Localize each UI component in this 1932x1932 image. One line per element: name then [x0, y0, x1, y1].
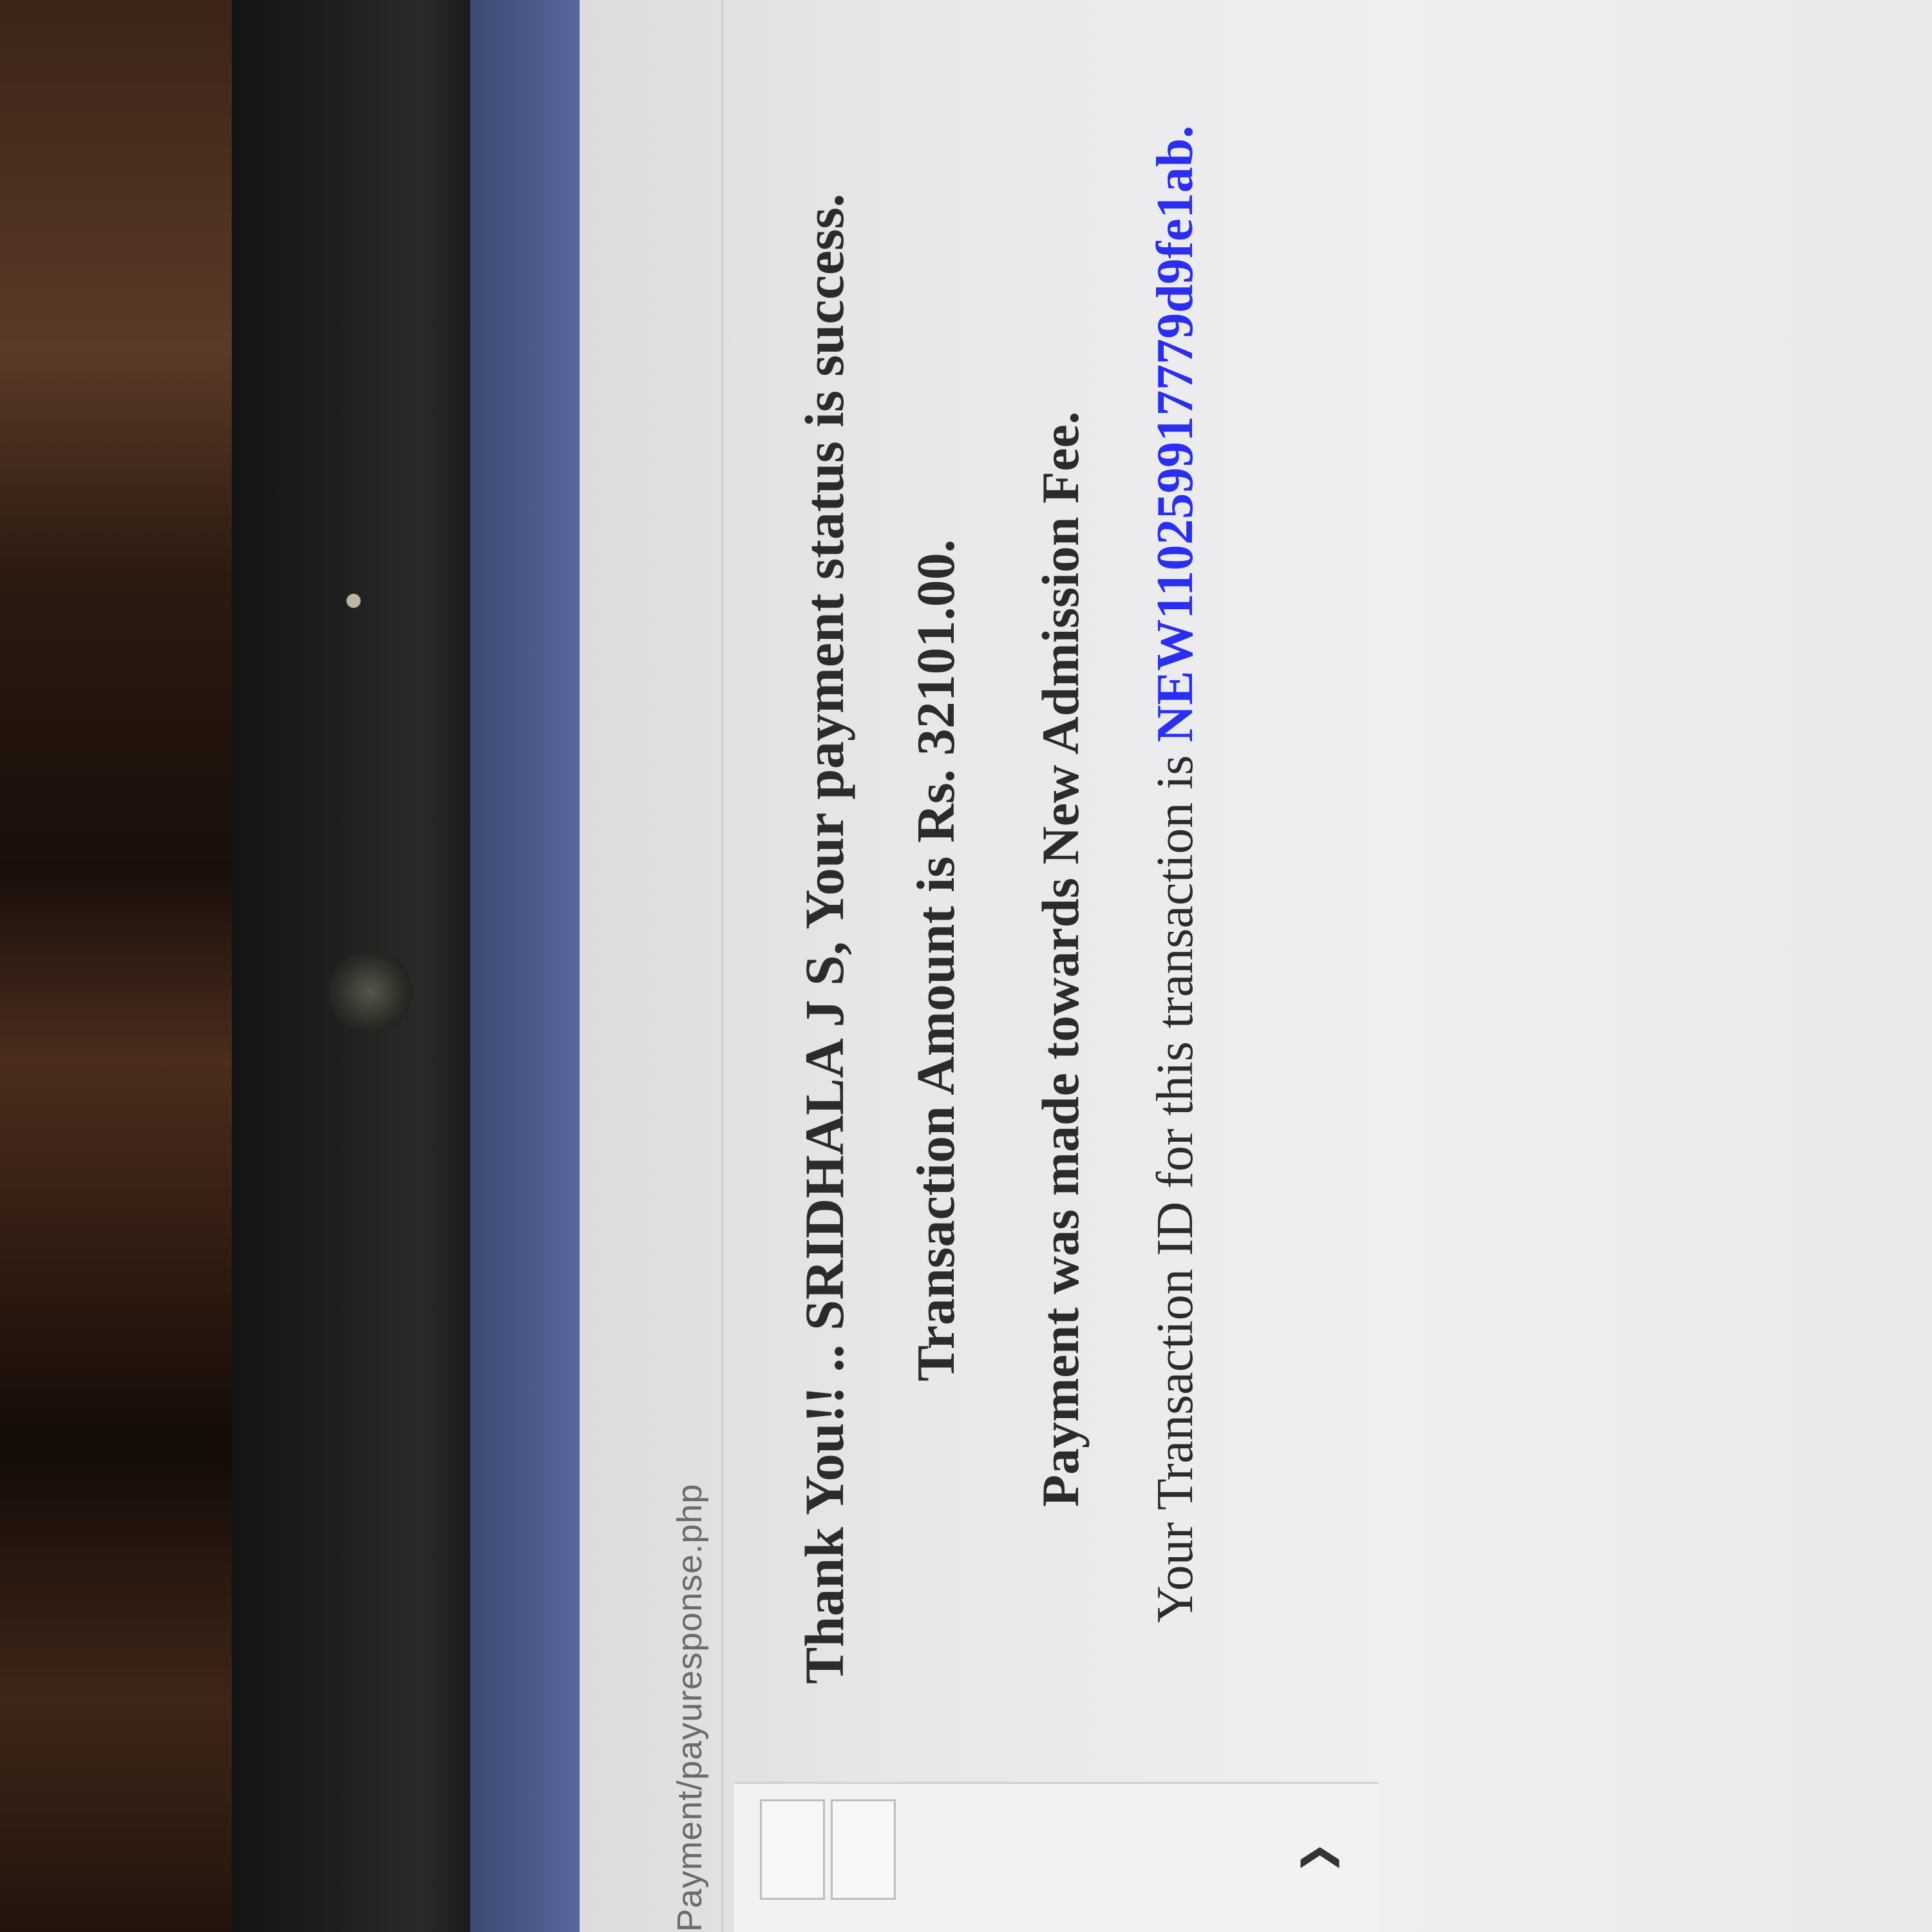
transaction-amount: Transaction Amount is Rs. 32101.00.: [906, 539, 966, 1381]
side-field-1[interactable]: [760, 1799, 825, 1900]
thank-you-message: Thank You!! .. SRIDHALA J S, Your paymen…: [793, 193, 855, 1684]
address-bar[interactable]: Payment/payuresponse.php: [663, 0, 723, 1932]
transaction-id-value: NEW110259917779d9fe1ab.: [1147, 125, 1204, 743]
webcam: [328, 950, 412, 1034]
chevron-right-icon[interactable]: ❯: [1294, 1842, 1340, 1874]
transaction-id-label: Your Transaction ID for this transaction…: [1147, 742, 1204, 1623]
side-panel: ❯: [734, 1782, 1378, 1932]
power-led: [346, 594, 361, 608]
browser-viewport: Payment/payuresponse.php ❯ Thank You!! .…: [580, 0, 1932, 1932]
browser-chrome-strip: [470, 0, 580, 1932]
desk-background: [0, 0, 270, 1932]
transaction-id-line: Your Transaction ID for this transaction…: [1146, 126, 1205, 1623]
payment-response-page: Payment/payuresponse.php ❯ Thank You!! .…: [580, 0, 1932, 1932]
side-field-2[interactable]: [831, 1799, 896, 1900]
payment-purpose: Payment was made towards New Admission F…: [1031, 411, 1090, 1507]
address-url[interactable]: Payment/payuresponse.php: [670, 1484, 710, 1932]
